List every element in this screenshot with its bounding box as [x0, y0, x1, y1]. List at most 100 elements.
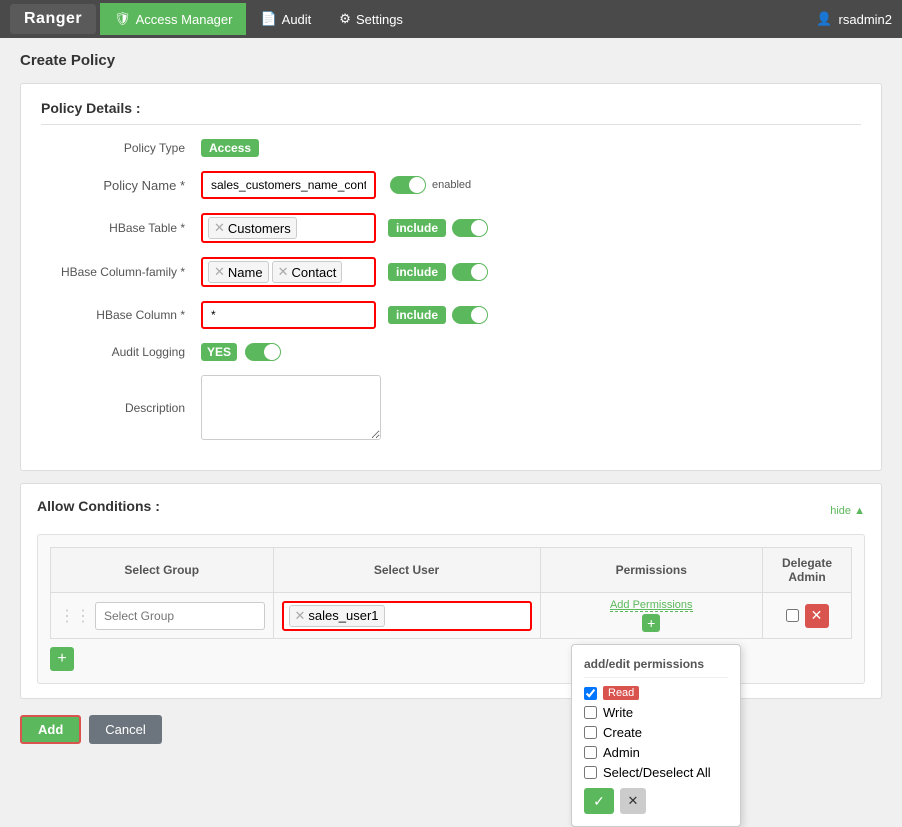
audit-logging-row: Audit Logging YES: [41, 343, 861, 361]
policy-details-title: Policy Details :: [41, 100, 861, 125]
user-icon: 👤: [816, 11, 832, 27]
page-title: Create Policy: [20, 52, 882, 69]
hbase-col-family-include-toggle[interactable]: include: [388, 263, 488, 281]
popup-cancel-button[interactable]: ✕: [620, 788, 646, 814]
hbase-table-input[interactable]: ✕ Customers: [201, 213, 376, 243]
write-checkbox[interactable]: [584, 706, 597, 719]
delegate-admin-checkbox[interactable]: [786, 609, 799, 622]
hbase-col-family-label: HBase Column-family *: [41, 265, 201, 279]
policy-name-toggle[interactable]: enabled: [390, 176, 471, 194]
sales-user-tag: ✕ sales_user1: [289, 605, 385, 627]
permissions-cell: Add Permissions +: [540, 593, 763, 639]
popup-actions: ✓ ✕: [584, 788, 728, 814]
description-label: Description: [41, 401, 201, 415]
enabled-toggle-track[interactable]: [390, 176, 426, 194]
hbase-column-toggle-knob: [471, 307, 487, 323]
admin-checkbox-row[interactable]: Admin: [584, 745, 728, 760]
description-row: Description: [41, 375, 861, 440]
hbase-table-include-label: include: [388, 219, 446, 237]
select-all-checkbox[interactable]: [584, 766, 597, 779]
settings-icon: ⚙: [339, 11, 351, 27]
hbase-table-toggle-knob: [471, 220, 487, 236]
nav-access-manager[interactable]: 🛡 Access Manager: [100, 3, 246, 35]
audit-toggle-knob: [264, 344, 280, 360]
tag-remove-user-icon[interactable]: ✕: [295, 608, 306, 624]
username-label: rsadmin2: [839, 12, 892, 27]
hbase-table-tag: ✕ Customers: [208, 217, 297, 239]
cancel-button[interactable]: Cancel: [89, 715, 161, 744]
hbase-col-family-toggle-track[interactable]: [452, 263, 488, 281]
table-row: ⋮⋮ ✕ sales_user1: [51, 593, 852, 639]
tag-contact-remove-icon[interactable]: ✕: [278, 264, 289, 280]
hbase-table-include-toggle[interactable]: include: [388, 219, 488, 237]
hide-link[interactable]: hide ▲: [830, 505, 865, 517]
col-delegate-admin: DelegateAdmin: [763, 548, 852, 593]
hbase-col-family-tag-name: ✕ Name: [208, 261, 269, 283]
policy-name-input[interactable]: [201, 171, 376, 199]
write-label: Write: [603, 705, 633, 720]
policy-type-row: Policy Type Access: [41, 139, 861, 157]
drag-handle-icon: ⋮⋮: [59, 606, 91, 626]
tag-name-remove-icon[interactable]: ✕: [214, 264, 225, 280]
nav-settings-label: Settings: [356, 12, 403, 27]
admin-checkbox[interactable]: [584, 746, 597, 759]
select-user-input[interactable]: ✕ sales_user1: [282, 601, 532, 631]
read-label: Read: [603, 686, 639, 700]
read-checkbox-row[interactable]: Read: [584, 686, 728, 700]
col-permissions: Permissions: [540, 548, 763, 593]
description-textarea[interactable]: [201, 375, 381, 440]
create-checkbox-row[interactable]: Create: [584, 725, 728, 740]
read-checkbox[interactable]: [584, 687, 597, 700]
delete-row-button[interactable]: ✕: [805, 604, 829, 628]
audit-logging-label: Audit Logging: [41, 345, 201, 359]
nav-audit[interactable]: 📄 Audit: [246, 3, 325, 35]
user-area: 👤 rsadmin2: [816, 11, 892, 27]
hbase-table-toggle-track[interactable]: [452, 219, 488, 237]
hbase-col-family-toggle-knob: [471, 264, 487, 280]
policy-details-card: Policy Details : Policy Type Access Poli…: [20, 83, 882, 471]
policy-type-label: Policy Type: [41, 141, 201, 155]
audit-icon: 📄: [260, 11, 276, 27]
hbase-column-label: HBase Column *: [41, 308, 201, 322]
enabled-toggle-knob: [409, 177, 425, 193]
write-checkbox-row[interactable]: Write: [584, 705, 728, 720]
hbase-col-family-tag-contact: ✕ Contact: [272, 261, 343, 283]
hbase-column-include-toggle[interactable]: include: [388, 306, 488, 324]
policy-type-badge: Access: [201, 139, 259, 157]
hbase-col-family-row: HBase Column-family * ✕ Name ✕ Contact i…: [41, 257, 861, 287]
hbase-column-toggle-track[interactable]: [452, 306, 488, 324]
hbase-column-row: HBase Column * include: [41, 301, 861, 329]
nav-access-manager-label: Access Manager: [136, 12, 233, 27]
create-label: Create: [603, 725, 642, 740]
nav-audit-label: Audit: [282, 12, 312, 27]
add-row-button[interactable]: +: [50, 647, 74, 671]
admin-label: Admin: [603, 745, 640, 760]
policy-name-label: Policy Name *: [41, 178, 201, 193]
audit-toggle-track[interactable]: [245, 343, 281, 361]
delegate-admin-cell: ✕: [763, 593, 852, 639]
permissions-popup: add/edit permissions Read Write Create A…: [571, 644, 741, 827]
tag-remove-icon[interactable]: ✕: [214, 220, 225, 236]
audit-logging-toggle[interactable]: YES: [201, 343, 281, 361]
allow-conditions-section: Allow Conditions : hide ▲ Select Group S…: [20, 483, 882, 699]
bottom-buttons: Add Cancel: [20, 715, 882, 744]
col-select-group: Select Group: [51, 548, 274, 593]
nav-settings[interactable]: ⚙ Settings: [325, 3, 417, 35]
app-logo: Ranger: [10, 4, 96, 34]
hbase-table-row: HBase Table * ✕ Customers include: [41, 213, 861, 243]
hbase-col-family-include-label: include: [388, 263, 446, 281]
hbase-table-label: HBase Table *: [41, 221, 201, 235]
add-button[interactable]: Add: [20, 715, 81, 744]
policy-name-row: Policy Name * enabled: [41, 171, 861, 199]
popup-title: add/edit permissions: [584, 657, 728, 678]
hbase-column-input[interactable]: [201, 301, 376, 329]
allow-conditions-title: Allow Conditions :: [37, 498, 160, 514]
select-group-input[interactable]: [95, 602, 265, 630]
popup-confirm-button[interactable]: ✓: [584, 788, 614, 814]
page-content: Create Policy Policy Details : Policy Ty…: [0, 38, 902, 758]
select-all-checkbox-row[interactable]: Select/Deselect All: [584, 765, 728, 780]
hbase-column-include-label: include: [388, 306, 446, 324]
hbase-col-family-input[interactable]: ✕ Name ✕ Contact: [201, 257, 376, 287]
add-permissions-button[interactable]: Add Permissions +: [549, 599, 755, 632]
add-permissions-plus-icon[interactable]: +: [642, 614, 660, 632]
